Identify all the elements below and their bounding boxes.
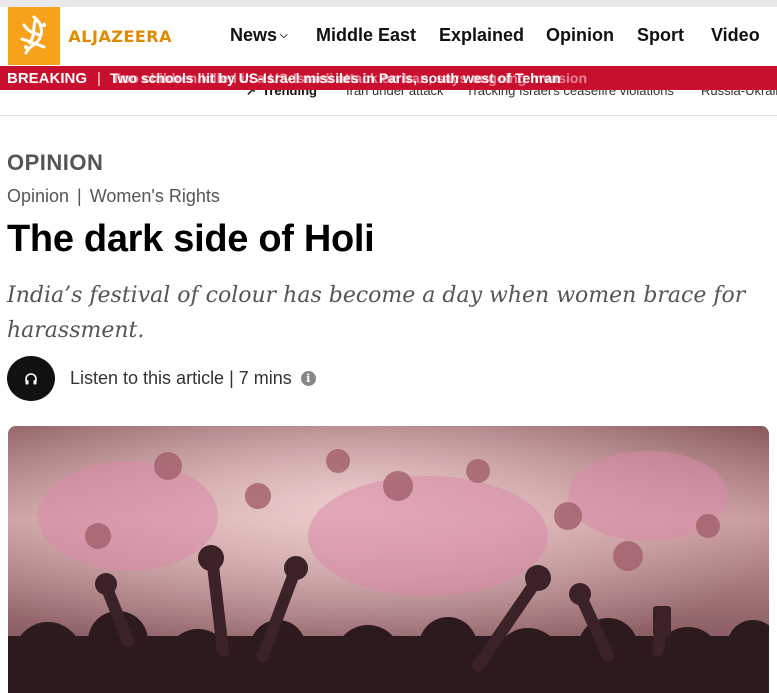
nav-item-opinion[interactable]: Opinion	[546, 25, 614, 46]
breaking-label: BREAKING	[7, 69, 88, 87]
article-subtitle: India’s festival of colour has become a …	[7, 283, 746, 343]
nav-item-explained[interactable]: Explained	[439, 25, 524, 46]
nav-item-sport[interactable]: Sport	[637, 25, 684, 46]
breadcrumb-separator: |	[77, 186, 82, 206]
logo-mark-icon	[8, 7, 61, 65]
listen-play-button[interactable]	[7, 356, 55, 401]
breaking-headline[interactable]: Two schools hit by US-Israel missiles in…	[110, 70, 561, 86]
breaking-divider: |	[97, 69, 101, 87]
nav-item-middle-east[interactable]: Middle East	[316, 25, 416, 46]
logo-wordmark: ALJAZEERA	[68, 26, 172, 46]
article-title: The dark side of Holi	[7, 218, 375, 260]
holi-crowd-image	[8, 426, 769, 693]
site-header: ALJAZEERA News ⌵ Middle East Explained Op…	[0, 7, 777, 66]
site-logo[interactable]: ALJAZEERA	[8, 7, 172, 65]
breaking-news-bar[interactable]: BREAKING | Two children killed in a US-I…	[0, 66, 777, 90]
breadcrumb-link-opinion[interactable]: Opinion	[7, 186, 69, 206]
headphones-icon	[25, 372, 37, 384]
listen-to-article: Listen to this article | 7 mins i	[7, 356, 316, 401]
chevron-down-icon: ⌵	[280, 30, 288, 41]
info-icon[interactable]: i	[300, 371, 316, 386]
breaking-ticker: Two children killed in a US-Israeli atta…	[110, 66, 777, 90]
nav-item-news[interactable]: News ⌵	[230, 25, 288, 46]
top-strip	[0, 0, 777, 7]
article-section-label: OPINION	[7, 150, 104, 175]
nav-item-video[interactable]: Video	[711, 25, 760, 46]
listen-label: Listen to this article | 7 mins	[70, 368, 292, 388]
breadcrumb: Opinion | Women's Rights	[7, 186, 220, 207]
breadcrumb-link-womens-rights[interactable]: Women's Rights	[90, 186, 220, 206]
hero-image	[8, 426, 769, 693]
